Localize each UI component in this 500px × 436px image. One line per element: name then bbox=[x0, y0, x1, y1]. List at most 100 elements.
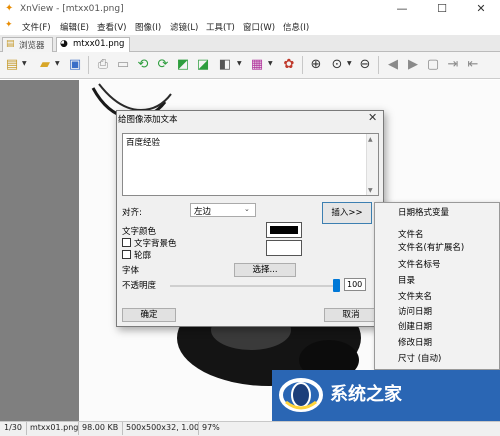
folder-tree-icon: ▤ bbox=[6, 39, 15, 49]
tab-label: mtxx01.png bbox=[73, 39, 125, 49]
menu-item-create-date[interactable]: 创建日期 bbox=[398, 320, 432, 332]
outline-checkbox[interactable] bbox=[122, 250, 131, 259]
align-value: 左边 bbox=[194, 207, 212, 217]
forward-icon[interactable]: ▶ bbox=[404, 56, 422, 74]
choose-font-button[interactable]: 选择... bbox=[234, 263, 296, 277]
close-button[interactable]: ✕ bbox=[461, 1, 500, 17]
rotate-right-icon[interactable]: ⟳ bbox=[154, 56, 172, 74]
xnview-logo-icon: ✦ bbox=[5, 3, 14, 14]
menu-info[interactable]: 信息(I) bbox=[283, 21, 309, 33]
app-menu-icon[interactable]: ✦ bbox=[5, 20, 13, 30]
text-color-label: 文字颜色 bbox=[122, 227, 157, 237]
watermark-logo-icon bbox=[279, 378, 323, 412]
minimize-icon: — bbox=[396, 2, 408, 15]
prev-icon[interactable]: ⇤ bbox=[464, 56, 482, 74]
text-bg-checkbox[interactable] bbox=[122, 238, 131, 247]
text-scrollbar[interactable] bbox=[366, 134, 378, 195]
adjust-icon[interactable]: ◧ bbox=[216, 56, 234, 74]
canvas-background bbox=[0, 80, 79, 422]
fullscreen-icon[interactable]: ▢ bbox=[424, 56, 442, 74]
chevron-down-icon[interactable]: ▼ bbox=[22, 60, 28, 67]
ok-button[interactable]: 确定 bbox=[122, 308, 176, 322]
status-zoom: 97% bbox=[202, 423, 220, 432]
next-icon[interactable]: ⇥ bbox=[444, 56, 462, 74]
menu-edit[interactable]: 编辑(E) bbox=[60, 21, 89, 33]
menu-tools[interactable]: 工具(T) bbox=[206, 21, 235, 33]
maximize-icon: ☐ bbox=[437, 2, 447, 15]
align-label: 对齐: bbox=[122, 208, 142, 218]
scroll-down-icon[interactable]: ▼ bbox=[368, 187, 373, 194]
status-dimensions: 500x500x32, 1.00 bbox=[126, 423, 200, 432]
image-file-icon: ◕ bbox=[60, 39, 68, 49]
opacity-slider-track[interactable] bbox=[170, 285, 340, 287]
menu-item-folder-name[interactable]: 文件夹名 bbox=[398, 290, 432, 302]
cancel-button[interactable]: 取消 bbox=[324, 308, 378, 322]
menu-item-filename-index[interactable]: 文件名标号 bbox=[398, 258, 441, 270]
text-color-swatch[interactable] bbox=[266, 222, 302, 238]
menu-item-access-date[interactable]: 访问日期 bbox=[398, 305, 432, 317]
status-separator bbox=[78, 422, 79, 435]
fit-icon[interactable]: ◩ bbox=[174, 56, 192, 74]
toolbar-separator bbox=[88, 56, 89, 74]
status-separator bbox=[198, 422, 199, 435]
maximize-button[interactable]: ☐ bbox=[422, 1, 462, 17]
tab-image[interactable]: ◕ mtxx01.png bbox=[56, 37, 130, 52]
opacity-slider-thumb[interactable] bbox=[333, 279, 340, 292]
opacity-label: 不透明度 bbox=[122, 281, 157, 291]
status-separator bbox=[122, 422, 123, 435]
tab-browser[interactable]: ▤ 浏览器 bbox=[2, 37, 53, 52]
back-icon[interactable]: ◀ bbox=[384, 56, 402, 74]
chevron-down-icon[interactable]: ▼ bbox=[237, 60, 243, 67]
menu-item-directory[interactable]: 目录 bbox=[398, 274, 415, 286]
watermark-text: 系统之家 bbox=[330, 384, 402, 405]
menu-window[interactable]: 窗口(W) bbox=[243, 21, 275, 33]
chevron-down-icon[interactable]: ▼ bbox=[55, 60, 61, 67]
filter-icon[interactable]: ✿ bbox=[280, 56, 298, 74]
text-bg-color-swatch[interactable] bbox=[266, 240, 302, 256]
menu-view[interactable]: 查看(V) bbox=[97, 21, 126, 33]
menu-item-filename-ext[interactable]: 文件名(有扩展名) bbox=[398, 241, 464, 253]
window-title: XnView - [mtxx01.png] bbox=[20, 4, 124, 14]
dialog-close-icon[interactable]: ✕ bbox=[368, 111, 377, 124]
save-icon[interactable]: ▣ bbox=[66, 56, 84, 74]
status-index: 1/30 bbox=[4, 423, 22, 432]
minimize-button[interactable]: — bbox=[382, 1, 422, 17]
close-icon: ✕ bbox=[476, 2, 486, 15]
insert-variable-menu bbox=[374, 202, 500, 370]
menu-item-filename[interactable]: 文件名 bbox=[398, 228, 424, 240]
zoom-dropdown-icon[interactable]: ⊙ bbox=[328, 56, 346, 74]
print-icon[interactable]: ⎙ bbox=[94, 56, 112, 74]
menu-file[interactable]: 文件(F) bbox=[22, 21, 51, 33]
opacity-input[interactable]: 100 bbox=[344, 278, 366, 291]
chevron-down-icon[interactable]: ⌄ bbox=[244, 205, 250, 213]
color-fill bbox=[270, 226, 298, 234]
toolbar-separator bbox=[302, 56, 303, 74]
insert-button[interactable]: 插入>> bbox=[322, 202, 372, 224]
menu-item-date-format[interactable]: 日期格式变量 bbox=[398, 206, 449, 218]
zoom-in-icon[interactable]: ⊕ bbox=[307, 56, 325, 74]
dialog-title: 给图像添加文本 bbox=[118, 115, 178, 125]
font-label: 字体 bbox=[122, 266, 140, 276]
status-filename: mtxx01.png bbox=[30, 423, 79, 432]
menu-item-size-auto[interactable]: 尺寸 (自动) bbox=[398, 352, 441, 364]
rotate-left-icon[interactable]: ⟲ bbox=[134, 56, 152, 74]
scan-icon[interactable]: ▭ bbox=[114, 56, 132, 74]
open-folder-icon[interactable]: ▰ bbox=[36, 56, 54, 74]
zoom-out-icon[interactable]: ⊖ bbox=[356, 56, 374, 74]
status-separator bbox=[26, 422, 27, 435]
outline-label: 轮廓 bbox=[134, 251, 152, 261]
slideshow-icon[interactable]: ◪ bbox=[194, 56, 212, 74]
scroll-up-icon[interactable]: ▲ bbox=[368, 136, 373, 143]
text-bg-label: 文字背景色 bbox=[134, 239, 177, 249]
tab-label: 浏览器 bbox=[19, 41, 45, 51]
toolbar-separator bbox=[378, 56, 379, 74]
text-input[interactable]: 百度经验 bbox=[122, 133, 379, 196]
menu-filter[interactable]: 滤镜(L) bbox=[170, 21, 198, 33]
browser-icon[interactable]: ▤ bbox=[3, 56, 21, 74]
chevron-down-icon[interactable]: ▼ bbox=[347, 60, 353, 67]
color-icon[interactable]: ▦ bbox=[248, 56, 266, 74]
chevron-down-icon[interactable]: ▼ bbox=[268, 60, 274, 67]
status-filesize: 98.00 KB bbox=[82, 423, 119, 432]
menu-image[interactable]: 图像(I) bbox=[135, 21, 161, 33]
menu-item-modify-date[interactable]: 修改日期 bbox=[398, 336, 432, 348]
